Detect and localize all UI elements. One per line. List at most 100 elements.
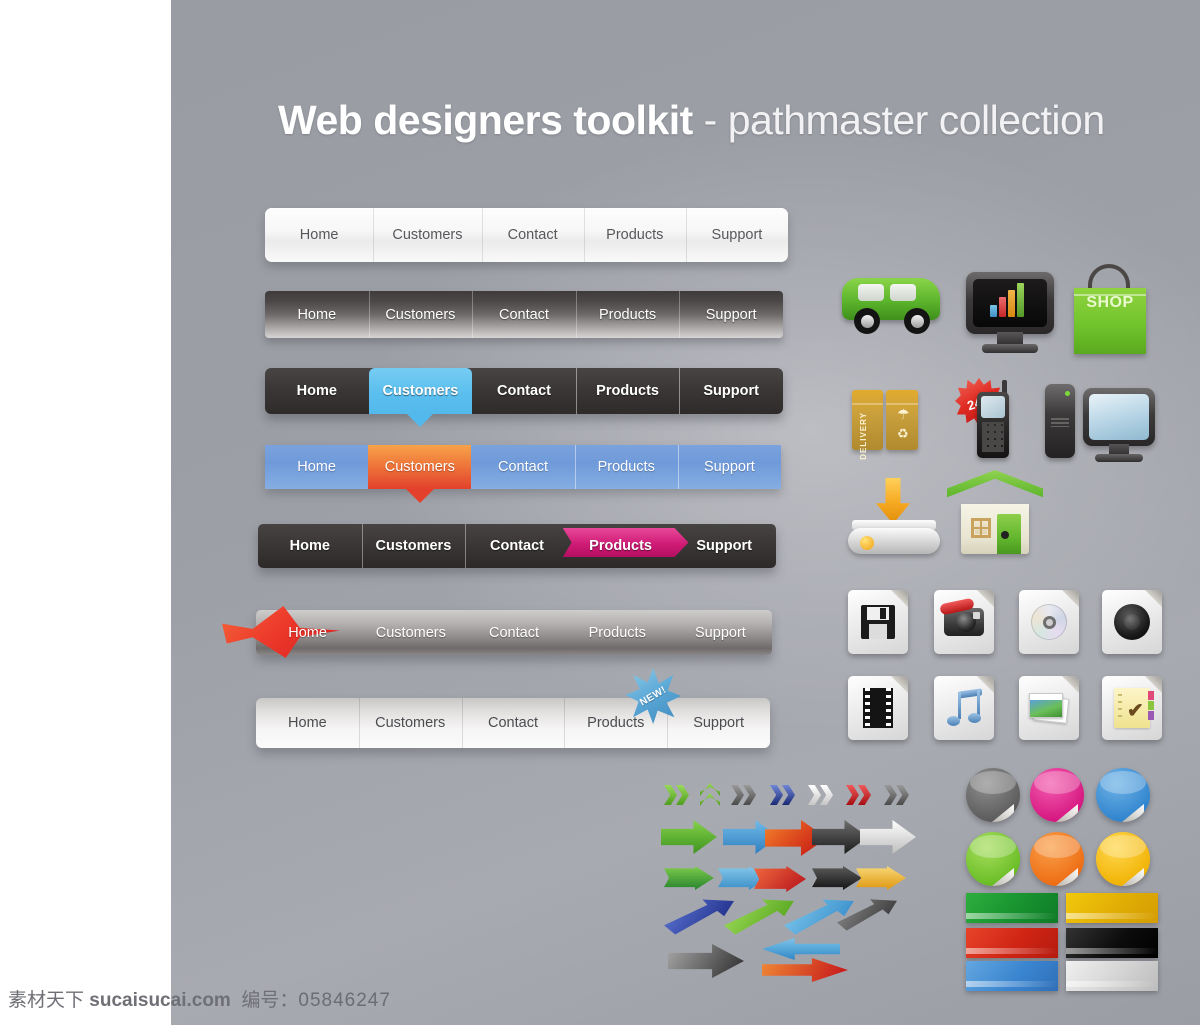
- nav5-label-support: Support: [696, 538, 752, 554]
- navbar-light-new-badge[interactable]: Home Customers Contact Products NEW! Sup…: [256, 668, 770, 748]
- house-door: [997, 514, 1021, 554]
- navbar-dark-silver[interactable]: Home Customers Contact Products Support: [265, 291, 783, 338]
- monitor-base: [982, 344, 1038, 353]
- nav7-label-products: Products: [587, 715, 645, 731]
- bag-label: SHOP: [1086, 294, 1134, 311]
- file-icon-notepad: ✔: [1102, 676, 1162, 740]
- van-wheel-rear: [904, 308, 930, 334]
- film-strip-icon: [863, 688, 893, 728]
- nav5-item-contact[interactable]: Contact: [465, 524, 569, 568]
- nav2-label-products: Products: [598, 306, 657, 323]
- nav3-item-home[interactable]: Home: [265, 368, 369, 414]
- shop-bag-icon: SHOP: [1074, 264, 1146, 356]
- navbar-silver-red-burst[interactable]: Home Customers Contact Products Support: [222, 606, 772, 658]
- nav7-label-home: Home: [288, 715, 327, 731]
- sticker-orange: [1030, 832, 1084, 886]
- nav5-label-home: Home: [289, 538, 330, 554]
- banner-yellow: [1066, 893, 1158, 923]
- nav1-label-customers: Customers: [392, 227, 463, 243]
- nav3-item-contact[interactable]: Contact: [472, 368, 576, 414]
- phone-body: [977, 392, 1009, 458]
- nav5-item-home[interactable]: Home: [258, 524, 362, 568]
- footer-site-cn: 素材天下: [8, 990, 85, 1011]
- banner-red: [966, 928, 1058, 958]
- nav1-item-contact[interactable]: Contact: [482, 208, 584, 262]
- file-icon-speaker: [1102, 590, 1162, 654]
- nav7-item-customers[interactable]: Customers: [359, 698, 462, 748]
- page-curl: [891, 676, 908, 693]
- nav6-item-support[interactable]: Support: [669, 610, 772, 655]
- footer-id-value: 05846247: [298, 990, 391, 1011]
- phone-screen: [981, 396, 1005, 418]
- speaker-icon: [1114, 604, 1150, 640]
- nav7-item-home[interactable]: Home: [256, 698, 359, 748]
- nav1-item-home[interactable]: Home: [265, 208, 373, 262]
- nav1-item-customers[interactable]: Customers: [373, 208, 481, 262]
- nav4-item-customers-active[interactable]: Customers: [368, 445, 472, 489]
- page-curl: [1062, 590, 1079, 607]
- nav4-label-home: Home: [297, 459, 336, 475]
- nav4-item-contact[interactable]: Contact: [471, 445, 574, 489]
- house-icon: [947, 470, 1043, 556]
- nav5-label-contact: Contact: [489, 538, 544, 554]
- nav1-item-support[interactable]: Support: [686, 208, 788, 262]
- nav6-item-contact[interactable]: Contact: [462, 610, 565, 655]
- navbar-dark-magenta-ribbon[interactable]: Home Customers Contact Products Support: [258, 524, 776, 568]
- nav1-label-home: Home: [299, 227, 339, 243]
- sticker-blue: [1096, 768, 1150, 822]
- nav2-label-customers: Customers: [385, 306, 456, 323]
- download-icon: [846, 478, 942, 558]
- nav5-item-support[interactable]: Support: [672, 524, 776, 568]
- banner-green: [966, 893, 1058, 923]
- nav2-item-support[interactable]: Support: [679, 291, 783, 338]
- nav7-item-support[interactable]: Support: [667, 698, 770, 748]
- nav2-item-contact[interactable]: Contact: [472, 291, 576, 338]
- nav4-item-home[interactable]: Home: [265, 445, 368, 489]
- nav4-item-products[interactable]: Products: [575, 445, 678, 489]
- file-icon-cd: [1019, 590, 1079, 654]
- nav6-item-products[interactable]: Products: [566, 610, 669, 655]
- nav5-item-products-active[interactable]: Products: [562, 524, 689, 568]
- footer-id-label: 编号：: [241, 990, 299, 1011]
- navbar-blue-orange-active[interactable]: Home Customers Contact Products Support: [265, 445, 781, 489]
- phone-24h-icon: 24H: [955, 378, 1029, 462]
- sticker-peel: [1056, 868, 1078, 886]
- nav2-item-customers[interactable]: Customers: [369, 291, 473, 338]
- nav3-item-support[interactable]: Support: [679, 368, 783, 414]
- page-curl: [977, 590, 994, 607]
- nav6-item-customers[interactable]: Customers: [359, 610, 462, 655]
- nav6-label-home: Home: [288, 624, 327, 641]
- pc-monitor: [1083, 388, 1155, 446]
- box-label: DELIVERY: [859, 412, 868, 460]
- nav6-label-customers: Customers: [375, 624, 446, 641]
- nav2-label-home: Home: [297, 306, 337, 323]
- nav4-label-support: Support: [704, 459, 755, 475]
- download-arrow: [876, 478, 910, 524]
- nav1-label-support: Support: [711, 227, 763, 243]
- nav6-item-home-active[interactable]: Home: [222, 606, 359, 658]
- nav2-item-home[interactable]: Home: [265, 291, 369, 338]
- navbar-white[interactable]: Home Customers Contact Products Support: [265, 208, 788, 262]
- file-icon-camera: [934, 590, 994, 654]
- nav6-label-contact: Contact: [489, 624, 539, 641]
- navbar-dark-blue-active[interactable]: Home Customers Contact Products Support: [265, 368, 783, 414]
- nav4-item-support[interactable]: Support: [678, 445, 781, 489]
- nav2-item-products[interactable]: Products: [576, 291, 680, 338]
- nav4-label-customers: Customers: [384, 459, 455, 475]
- nav3-item-customers-active[interactable]: Customers: [368, 368, 473, 414]
- nav7-item-products[interactable]: Products NEW!: [564, 668, 682, 748]
- nav1-item-products[interactable]: Products: [584, 208, 686, 262]
- poster-canvas: Web designers toolkit - pathmaster colle…: [0, 0, 1200, 1025]
- background-white-margin: [0, 0, 171, 1025]
- nav7-item-contact[interactable]: Contact: [462, 698, 565, 748]
- nav3-item-products[interactable]: Products: [576, 368, 680, 414]
- sticker-peel: [1122, 804, 1144, 822]
- download-led: [860, 536, 874, 550]
- banner-silver: [1066, 961, 1158, 991]
- check-mark-icon: ✔: [1127, 700, 1144, 722]
- file-icon-film: [848, 676, 908, 740]
- nav5-item-customers[interactable]: Customers: [362, 524, 466, 568]
- camera-icon: [939, 597, 984, 636]
- umbrella-icon: ☂: [897, 406, 910, 422]
- sticker-peel: [992, 804, 1014, 822]
